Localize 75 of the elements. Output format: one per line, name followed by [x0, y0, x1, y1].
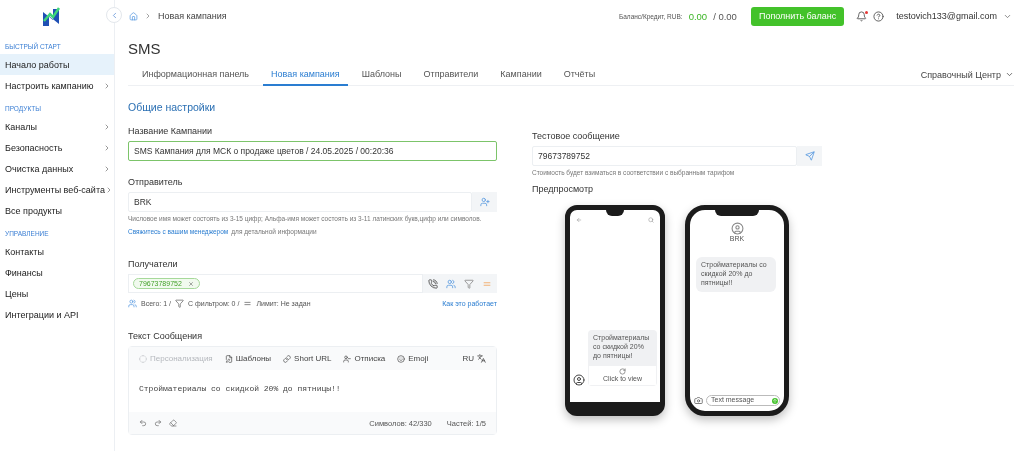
campaign-name-field[interactable]: SMS Кампания для МСК о продаже цветов / 24.05.2025 / 00:20:36	[128, 141, 497, 161]
logo	[41, 6, 61, 28]
dashed-circle-icon	[139, 354, 147, 363]
tab[interactable]: Информационная панель	[134, 63, 258, 86]
phone-notch	[606, 209, 624, 216]
chevron-right-icon	[144, 12, 152, 20]
home-icon[interactable]	[129, 11, 138, 21]
sidebar-item[interactable]: Финансы	[0, 262, 114, 283]
field-label: Текст Сообщения	[128, 331, 203, 341]
users-icon[interactable]	[446, 278, 456, 289]
filter-icon[interactable]	[464, 278, 474, 289]
sidebar-item[interactable]: Каналы	[0, 116, 114, 137]
toolbar-button[interactable]: Short URL	[283, 354, 332, 363]
page-title: SMS	[128, 40, 162, 57]
field-label: Получатели	[128, 259, 179, 269]
camera-icon	[694, 396, 703, 405]
sidebar-item[interactable]: Начало работы	[0, 54, 114, 75]
sidebar-item[interactable]: Инструменты веб-сайта	[0, 179, 114, 200]
user-email[interactable]: testovich133@gmail.com	[896, 11, 997, 21]
collapse-button[interactable]	[106, 7, 122, 23]
help-icon[interactable]	[873, 10, 885, 22]
avatar-icon	[573, 374, 585, 386]
sidebar-item[interactable]: Все продукты	[0, 200, 114, 221]
equal-icon	[243, 299, 253, 308]
send-icon	[804, 151, 815, 161]
bell-icon[interactable]	[856, 10, 868, 22]
users-icon	[128, 299, 137, 308]
link-icon	[283, 354, 292, 363]
file-pen-icon	[224, 354, 233, 363]
languages-icon	[477, 354, 486, 363]
phone-notch	[715, 209, 759, 216]
message-text[interactable]: Стройматериалы со скидкой 20% до пятницы!!	[129, 370, 496, 412]
phone-icon[interactable]	[428, 278, 438, 289]
tab[interactable]: Шаблоны	[353, 63, 410, 86]
toolbar-button[interactable]: Отписка	[343, 354, 386, 363]
field-label: Отправитель	[128, 177, 184, 187]
tab[interactable]: Кампании	[492, 63, 550, 86]
tab[interactable]: Новая кампания	[263, 63, 348, 86]
close-icon[interactable]	[187, 280, 194, 287]
language-button[interactable]: RU	[462, 354, 486, 363]
sidebar-item[interactable]: Настроить кампанию	[0, 75, 114, 96]
help-center-menu[interactable]: Справочный Центр	[920, 69, 1014, 80]
tab[interactable]: Отчёты	[555, 63, 604, 86]
undo-icon[interactable]	[139, 419, 147, 427]
sidebar-item[interactable]: Очистка данных	[0, 158, 114, 179]
balance-value: 0.00	[688, 10, 708, 22]
reload-icon	[619, 367, 626, 375]
breadcrumb: Новая кампания	[158, 11, 227, 21]
sidebar-item[interactable]: Интеграции и API	[0, 304, 114, 325]
toolbar-button[interactable]: Шаблоны	[224, 354, 272, 363]
filter-icon	[175, 299, 185, 308]
field-label: Предпросмотр	[532, 184, 595, 194]
search-icon	[648, 217, 654, 223]
smile-icon	[397, 354, 406, 363]
sidebar-item[interactable]: Безопасность	[0, 137, 114, 158]
sidebar-item[interactable]: Контакты	[0, 241, 114, 262]
sender-field[interactable]: BRK	[128, 192, 472, 212]
sidebar-item[interactable]: Цены	[0, 283, 114, 304]
chevron-down-icon	[1005, 70, 1014, 79]
field-label: Название Кампании	[128, 126, 214, 136]
section-title: Общие настройки	[128, 101, 217, 113]
user-plus-icon	[479, 197, 490, 207]
back-arrow-icon	[576, 217, 582, 223]
avatar-icon	[730, 222, 744, 235]
send-icon	[772, 397, 778, 404]
send-button[interactable]	[797, 146, 822, 166]
tab[interactable]: Отправители	[415, 63, 487, 86]
user-minus-icon	[343, 354, 352, 363]
add-sender-button[interactable]	[472, 192, 497, 212]
credit-value: / 0.00	[713, 10, 737, 22]
test-number-field[interactable]: 79673789752	[532, 146, 797, 166]
redo-icon[interactable]	[154, 419, 162, 427]
toolbar-button[interactable]: Emoji	[397, 354, 429, 363]
eraser-icon[interactable]	[169, 419, 177, 427]
field-label: Тестовое сообщение	[532, 131, 621, 141]
